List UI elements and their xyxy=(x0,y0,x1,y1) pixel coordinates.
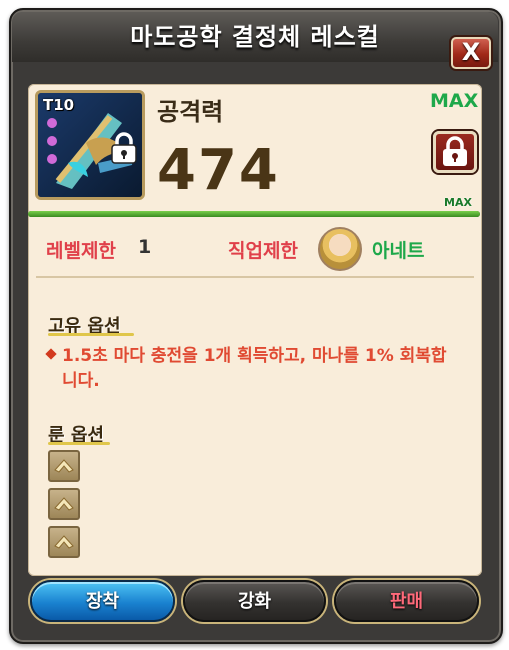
job-requirement-label: 직업제한 xyxy=(228,240,298,262)
upgrade-progress-bar xyxy=(28,211,480,217)
rune-chevron-icon xyxy=(54,497,74,511)
character-avatar xyxy=(318,227,362,271)
stat-value: 474 xyxy=(157,138,280,203)
rune-slot[interactable] xyxy=(48,450,80,482)
level-requirement-label: 레벨제한 xyxy=(46,240,116,262)
upgrade-button[interactable]: 강화 xyxy=(183,580,326,622)
rune-chevron-icon xyxy=(54,459,74,473)
divider xyxy=(36,276,474,278)
rune-slot[interactable] xyxy=(48,488,80,520)
unique-option-text: 1.5초 마다 충전을 1개 획득하고, 마나를 1% 회복합니다. xyxy=(62,346,447,391)
level-requirement-value: 1 xyxy=(138,236,152,258)
rune-slot[interactable] xyxy=(48,526,80,558)
item-icon: T10 xyxy=(35,90,145,200)
stat-name: 공격력 xyxy=(157,98,224,126)
job-requirement-value: 아네트 xyxy=(372,240,425,262)
close-button[interactable]: X xyxy=(451,37,491,69)
upgrade-progress-fill xyxy=(28,211,480,217)
tier-badge: T10 xyxy=(43,96,75,114)
rune-chevron-icon xyxy=(54,535,74,549)
section-underline xyxy=(48,442,110,445)
lock-icon xyxy=(443,136,467,166)
max-label: MAX xyxy=(430,90,479,112)
section-underline xyxy=(48,333,134,336)
item-title: 마도공학 결정체 레스컬 xyxy=(130,23,380,51)
progress-max-label: MAX xyxy=(444,196,472,209)
lock-icon xyxy=(111,132,137,164)
equip-button[interactable]: 장착 xyxy=(30,580,175,622)
sell-button[interactable]: 판매 xyxy=(334,580,479,622)
lock-button[interactable] xyxy=(433,131,477,173)
